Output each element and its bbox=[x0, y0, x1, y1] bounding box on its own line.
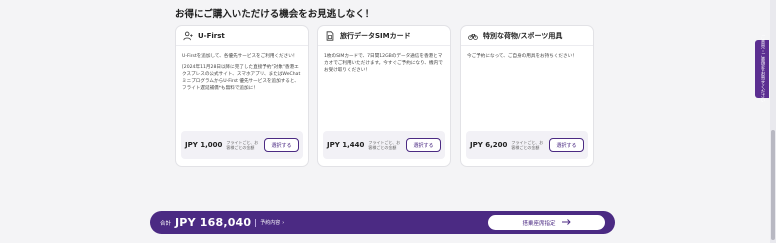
card-description: 1枚のSIMカードで、7日間12GBのデータ通信を香港とマカオでご利用いただけま… bbox=[324, 53, 444, 78]
card-title: 旅行データSIMカード bbox=[340, 32, 411, 40]
card-header: 旅行データSIMカード bbox=[325, 31, 411, 41]
scrollbar-thumb[interactable] bbox=[771, 130, 775, 240]
select-button[interactable]: 選択する bbox=[406, 138, 441, 152]
total-label: 合計 bbox=[160, 220, 172, 227]
price-value: JPY 1,000 bbox=[185, 141, 223, 149]
price-value: JPY 6,200 bbox=[470, 141, 508, 149]
card-desc-line: 今ご予約になって、ご自身の用具をお持ちください！ bbox=[467, 54, 577, 59]
price-note: フライトごと、お客様ごとの金額 bbox=[226, 139, 259, 151]
arrow-right-icon bbox=[561, 218, 571, 227]
bicycle-icon bbox=[468, 31, 478, 41]
bar-divider bbox=[255, 218, 257, 227]
page-scrollbar[interactable] bbox=[770, 0, 776, 243]
price-note: フライトごと、お客様ごとの金額 bbox=[368, 139, 401, 151]
card-description: U-Firstを追加して、各優先サービスをご利用ください！ [2024年11月2… bbox=[182, 53, 302, 96]
booking-summary-bar: 合計 JPY 168,040 予約内容 › 搭乗座席指定 bbox=[150, 211, 615, 234]
price-box: JPY 1,000 フライトごと、お客様ごとの金額 選択する bbox=[181, 131, 303, 159]
card-description: 今ご予約になって、ご自身の用具をお持ちください！ bbox=[467, 53, 587, 64]
price-box: JPY 6,200 フライトごと、お客様ごとの金額 選択する bbox=[466, 131, 588, 159]
chevron-right-icon: › bbox=[282, 219, 285, 226]
section-heading: お得にご購入いただける機会をお見逃しなく！ bbox=[175, 9, 375, 20]
card-special-baggage: 特別な荷物/スポーツ用具 今ご予約になって、ご自身の用具をお持ちください！ JP… bbox=[460, 25, 594, 167]
person-plus-icon bbox=[183, 31, 193, 41]
card-title: U-First bbox=[198, 32, 225, 40]
feedback-tab[interactable]: ご意見・ご要望をお寄せください bbox=[755, 35, 769, 103]
feedback-tab-label: ご意見・ご要望をお寄せください bbox=[760, 35, 765, 103]
card-u-first: U-First U-Firstを追加して、各優先サービスをご利用ください！ [2… bbox=[175, 25, 309, 167]
select-button[interactable]: 選択する bbox=[264, 138, 299, 152]
price-box: JPY 1,440 フライトごと、お客様ごとの金額 選択する bbox=[323, 131, 445, 159]
card-desc-line: [2024年11月28日以降に完了した直接予約"対象"香港エクスプレスの公式サイ… bbox=[182, 65, 301, 91]
card-divider bbox=[176, 45, 308, 46]
card-title: 特別な荷物/スポーツ用具 bbox=[483, 32, 563, 40]
card-header: U-First bbox=[183, 31, 225, 41]
card-desc-line: 1枚のSIMカードで、7日間12GBのデータ通信を香港とマカオでご利用いただけま… bbox=[324, 54, 443, 73]
total-price: JPY 168,040 bbox=[175, 216, 252, 229]
booking-details-label: 予約内容 bbox=[260, 220, 281, 226]
continue-button[interactable]: 搭乗座席指定 bbox=[488, 215, 605, 230]
continue-label: 搭乗座席指定 bbox=[522, 220, 556, 227]
price-note: フライトごと、お客様ごとの金額 bbox=[511, 139, 544, 151]
card-header: 特別な荷物/スポーツ用具 bbox=[468, 31, 562, 41]
card-desc-line: U-Firstを追加して、各優先サービスをご利用ください！ bbox=[182, 54, 298, 59]
card-travel-sim: 旅行データSIMカード 1枚のSIMカードで、7日間12GBのデータ通信を香港と… bbox=[317, 25, 451, 167]
sim-card-icon bbox=[325, 31, 335, 41]
card-divider bbox=[318, 45, 450, 46]
price-value: JPY 1,440 bbox=[327, 141, 365, 149]
card-divider bbox=[461, 45, 593, 46]
page: お得にご購入いただける機会をお見逃しなく！ U-First U-Firstを追加… bbox=[0, 0, 776, 243]
select-button[interactable]: 選択する bbox=[549, 138, 584, 152]
booking-details-link[interactable]: 予約内容 › bbox=[260, 219, 285, 227]
